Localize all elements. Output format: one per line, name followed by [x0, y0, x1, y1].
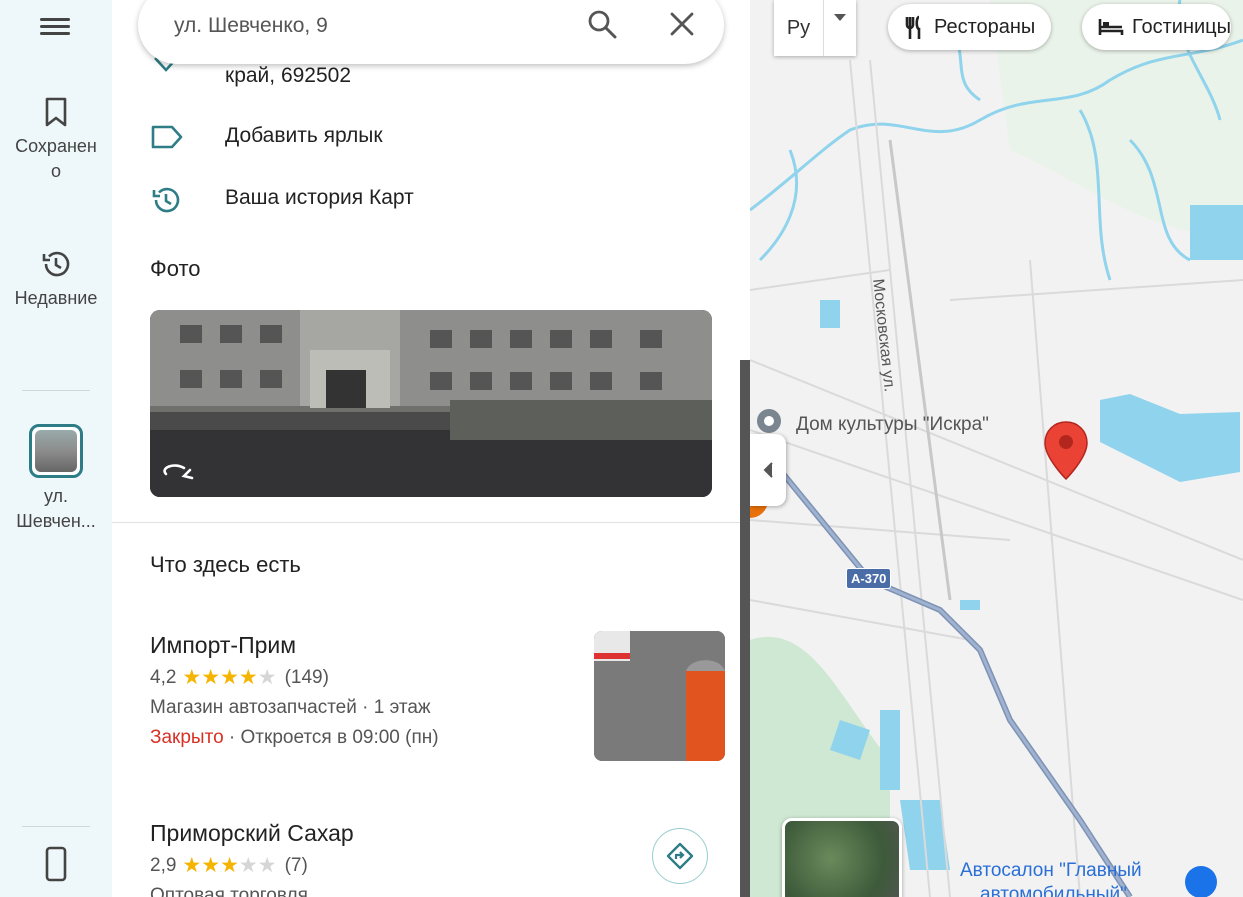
rail-current-label: ул. Шевчен...: [16, 486, 96, 531]
poi-label[interactable]: Дом культуры "Искра": [796, 414, 989, 436]
restaurants-label: Рестораны: [934, 15, 1036, 38]
search-input[interactable]: [174, 8, 554, 44]
map-background: [750, 0, 1243, 897]
rating-stars: ★ ★ ★ ★ ★: [182, 666, 277, 689]
search-icon[interactable]: [586, 8, 618, 40]
directions-button[interactable]: [652, 828, 708, 884]
highway-shield: А-370: [846, 568, 892, 589]
menu-icon[interactable]: [40, 14, 72, 38]
star-icon: ★: [238, 854, 258, 877]
panel-scrollbar[interactable]: [740, 360, 750, 897]
hotels-chip[interactable]: Гостиницы: [1082, 4, 1231, 50]
phone-icon: [45, 846, 67, 882]
hotels-label: Гостиницы: [1132, 15, 1231, 38]
chevron-left-icon: [763, 462, 773, 478]
chevron-down-icon: [824, 0, 856, 56]
star-icon: ★: [220, 854, 239, 877]
review-count: (149): [284, 667, 329, 688]
place-thumbnail: [29, 424, 83, 478]
address-text: край, 692502: [225, 64, 352, 87]
collapse-panel-button[interactable]: [750, 434, 786, 506]
street-view-image: [150, 310, 712, 497]
closed-label: Закрыто: [150, 727, 224, 748]
left-rail: Сохранено Недавние ул. Шевчен...: [0, 0, 112, 897]
place-name: Приморский Сахар: [150, 820, 354, 846]
bookmark-icon: [45, 97, 67, 127]
star-icon: ★: [182, 854, 202, 877]
place-item[interactable]: Приморский Сахар 2,9 ★ ★ ★ ★ ★ (7) Оптовая т…: [150, 820, 710, 897]
rating-value: 4,2: [150, 667, 177, 688]
history-icon: [42, 251, 70, 277]
rating-value: 2,9: [150, 855, 177, 876]
star-icon: ★: [257, 854, 277, 877]
add-label-row[interactable]: Добавить ярлык: [112, 112, 742, 162]
language-selector[interactable]: Ру: [774, 0, 856, 56]
place-panel: край, 692502 Добавить ярлык Ваша история…: [112, 0, 742, 897]
rail-divider-bottom: [22, 826, 90, 827]
history-text: Ваша история Карт: [225, 186, 414, 209]
hotel-icon: [1098, 19, 1124, 35]
star-icon: ★: [257, 666, 277, 689]
rail-divider: [22, 390, 90, 391]
star-icon: ★: [182, 666, 202, 689]
star-icon: ★: [238, 666, 258, 689]
star-icon: ★: [201, 854, 221, 877]
street-view-photo[interactable]: [150, 310, 712, 497]
star-icon: ★: [220, 666, 239, 689]
rail-saved[interactable]: Сохранено: [0, 96, 112, 184]
map-canvas[interactable]: Ру Рестораны Гостиницы Дом культуры "Иск…: [750, 0, 1243, 897]
place-photo-image: [594, 631, 725, 761]
rating-stars: ★ ★ ★ ★ ★: [182, 854, 277, 877]
label-icon: [151, 125, 183, 149]
nearby-title: Что здесь есть: [150, 552, 301, 577]
autosalon-label[interactable]: Автосалон "Главный: [960, 860, 1142, 882]
restaurant-icon: [905, 15, 921, 39]
review-count: (7): [284, 855, 308, 876]
place-rating: 2,9 ★ ★ ★ ★ ★ (7): [150, 855, 710, 877]
history-icon: [152, 187, 180, 213]
language-code: Ру: [774, 0, 824, 56]
add-label-text: Добавить ярлык: [225, 124, 383, 147]
rail-recent-label: Недавние: [14, 288, 98, 308]
rail-recent[interactable]: Недавние: [0, 248, 112, 311]
directions-icon: [666, 842, 694, 870]
section-divider: [112, 522, 742, 523]
opens-label: · Откроется в 09:00 (пн): [223, 727, 439, 748]
photos-title: Фото: [150, 256, 201, 281]
rail-phone[interactable]: [0, 846, 112, 888]
place-category: Оптовая торговля: [150, 885, 308, 897]
close-icon[interactable]: [668, 10, 696, 38]
rail-saved-label: Сохранено: [15, 136, 97, 181]
search-box: [138, 0, 724, 64]
place-photo[interactable]: [594, 631, 725, 761]
satellite-layer-toggle[interactable]: [782, 818, 902, 897]
rail-current-place[interactable]: ул. Шевчен...: [0, 424, 112, 534]
maps-app: Сохранено Недавние ул. Шевчен... край, 6…: [0, 0, 1243, 897]
autosalon-label-line2: автомобильный": [980, 884, 1127, 897]
history-row[interactable]: Ваша история Карт: [112, 174, 742, 224]
restaurants-chip[interactable]: Рестораны: [888, 4, 1052, 50]
star-icon: ★: [201, 666, 221, 689]
